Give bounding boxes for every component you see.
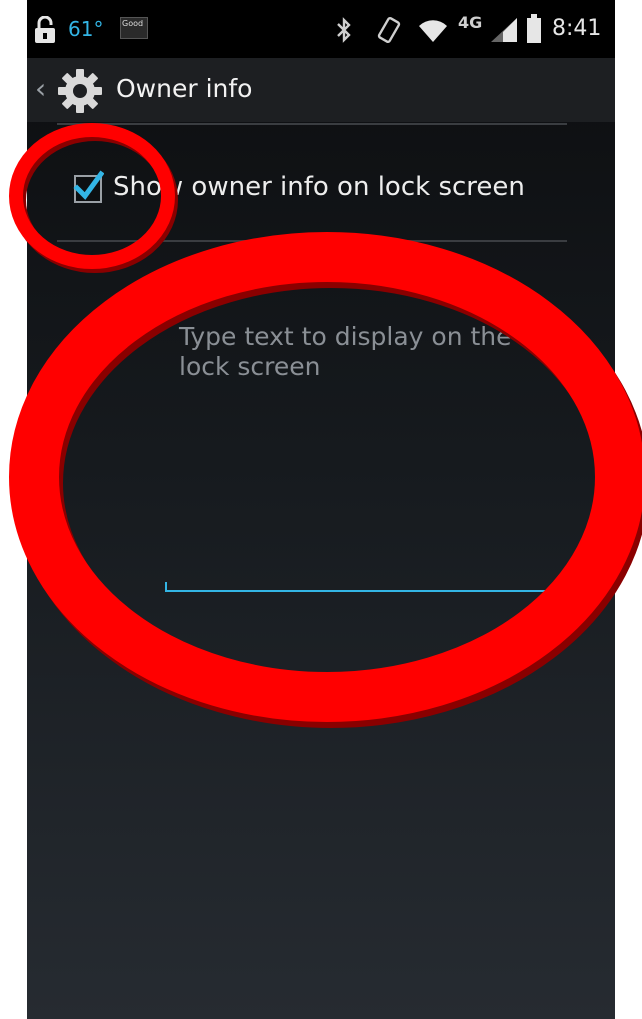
wifi-icon — [419, 20, 447, 42]
action-bar: ‹ Owner info — [27, 58, 615, 122]
network-type: 4G — [458, 13, 483, 32]
vibrate-icon — [377, 17, 401, 43]
checkmark-icon — [73, 170, 104, 200]
show-owner-info-setting[interactable]: Show owner info on lock screen — [57, 124, 567, 240]
chevron-left-icon[interactable]: ‹ — [35, 72, 46, 106]
show-owner-info-checkbox[interactable] — [73, 170, 104, 203]
text-field-underline — [165, 590, 557, 592]
battery-icon — [527, 14, 541, 43]
weather-label: Good — [122, 19, 144, 28]
owner-info-placeholder: Type text to display on the lock screen — [179, 322, 512, 381]
owner-info-text-field[interactable]: Type text to display on the lock screen — [165, 318, 559, 600]
weather-icon: Good — [120, 17, 148, 39]
bluetooth-icon — [337, 17, 351, 43]
divider-bottom — [57, 240, 567, 242]
lock-open-icon — [35, 16, 55, 43]
clock: 8:41 — [552, 16, 602, 41]
text-field-underline-left-tick — [165, 582, 167, 592]
phone-screen: 61° Good 4G 8:41 ‹ Owner info Show owner… — [27, 0, 615, 1019]
show-owner-info-label: Show owner info on lock screen — [113, 172, 525, 202]
status-bar: 61° Good 4G 8:41 — [27, 0, 615, 58]
text-field-underline-right-tick — [555, 582, 557, 592]
settings-gear-icon[interactable] — [55, 66, 105, 116]
page-title: Owner info — [116, 74, 253, 103]
signal-icon — [491, 18, 517, 42]
temperature: 61° — [68, 17, 104, 41]
